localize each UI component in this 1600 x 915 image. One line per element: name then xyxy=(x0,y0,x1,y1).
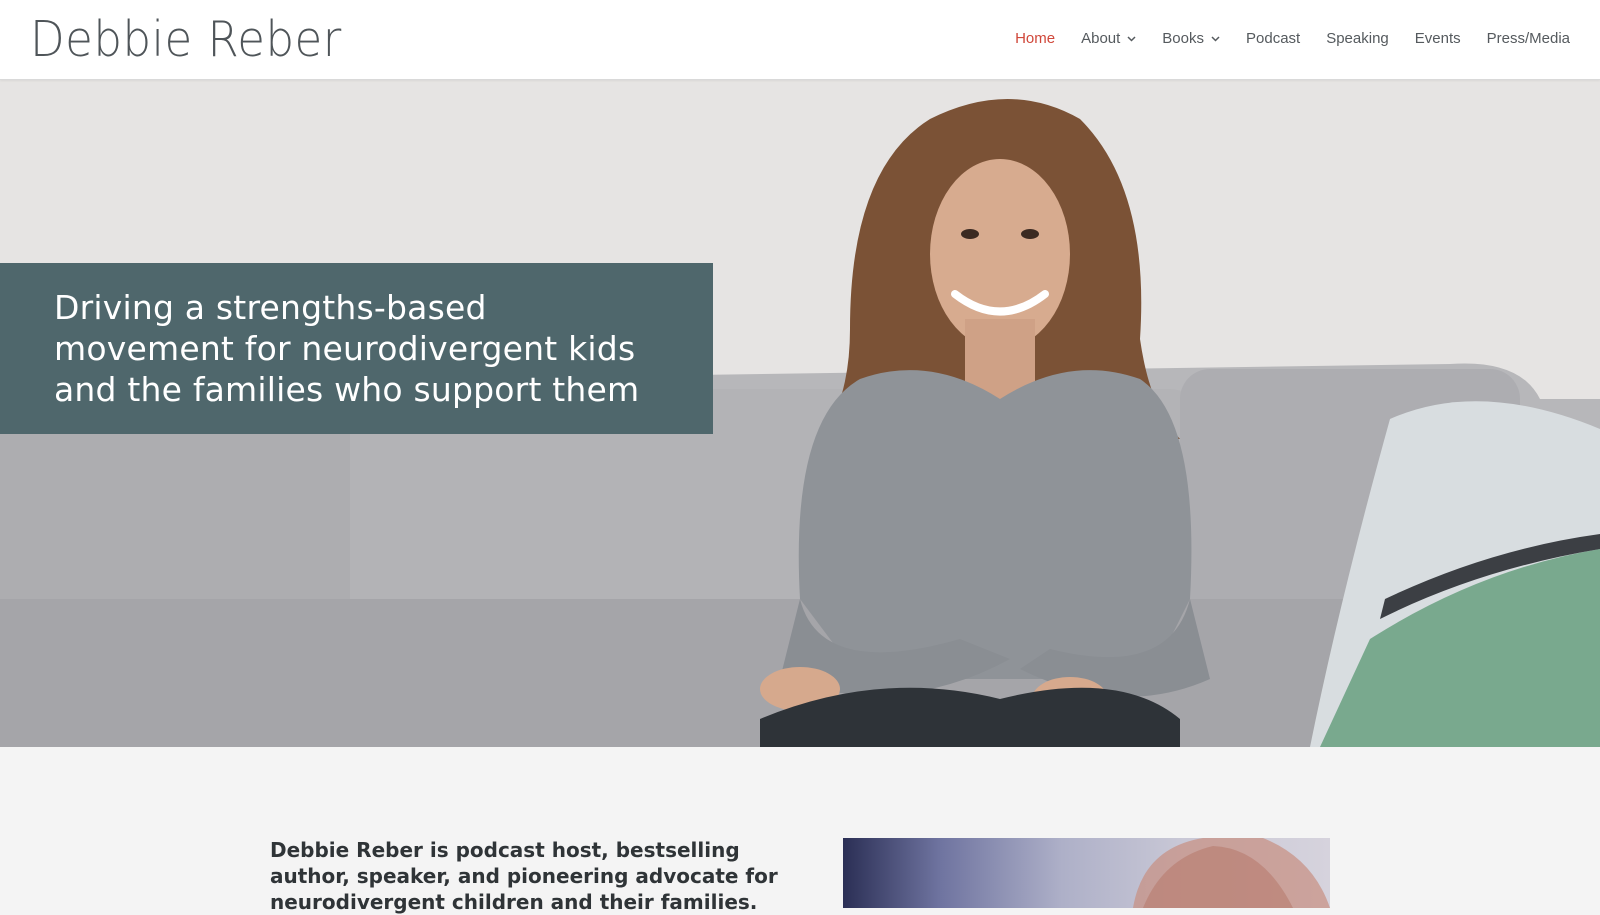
nav-item-about[interactable]: About xyxy=(1081,28,1136,50)
nav-item-speaking[interactable]: Speaking xyxy=(1326,28,1389,50)
portrait-image xyxy=(843,838,1330,908)
nav-item-home[interactable]: Home xyxy=(1015,28,1055,50)
nav-item-label: Books xyxy=(1162,30,1204,47)
nav-item-events[interactable]: Events xyxy=(1415,28,1461,50)
nav-item-label: Events xyxy=(1414,30,1461,47)
site-header: Debbie Reber Home About Books Podcast Sp… xyxy=(0,0,1600,80)
site-logo[interactable]: Debbie Reber xyxy=(30,10,342,70)
portrait-photo xyxy=(1133,838,1330,908)
tagline-line: and the families who support them xyxy=(54,370,640,409)
hero-banner: Driving a strengths-based movement for n… xyxy=(0,79,1600,747)
hero-tagline: Driving a strengths-based movement for n… xyxy=(54,287,713,410)
intro-section: Debbie Reber is podcast host, bestsellin… xyxy=(0,747,1600,914)
main-nav: Home About Books Podcast Speaking Events… xyxy=(1015,28,1570,50)
tagline-line: Driving a strengths-based xyxy=(54,288,487,327)
chevron-down-icon xyxy=(1126,34,1136,44)
nav-item-press-media[interactable]: Press/Media xyxy=(1487,28,1570,50)
nav-item-label: About xyxy=(1081,30,1121,47)
nav-item-label: Speaking xyxy=(1326,30,1389,47)
nav-item-books[interactable]: Books xyxy=(1162,28,1220,50)
nav-item-label: Home xyxy=(1015,30,1056,47)
tagline-line: movement for neurodivergent kids xyxy=(54,329,636,368)
nav-item-podcast[interactable]: Podcast xyxy=(1246,28,1300,50)
chevron-down-icon xyxy=(1210,34,1220,44)
nav-item-label: Podcast xyxy=(1246,30,1301,47)
nav-item-label: Press/Media xyxy=(1486,30,1570,47)
intro-text: Debbie Reber is podcast host, bestsellin… xyxy=(270,838,778,914)
tagline-box: Driving a strengths-based movement for n… xyxy=(0,263,713,434)
